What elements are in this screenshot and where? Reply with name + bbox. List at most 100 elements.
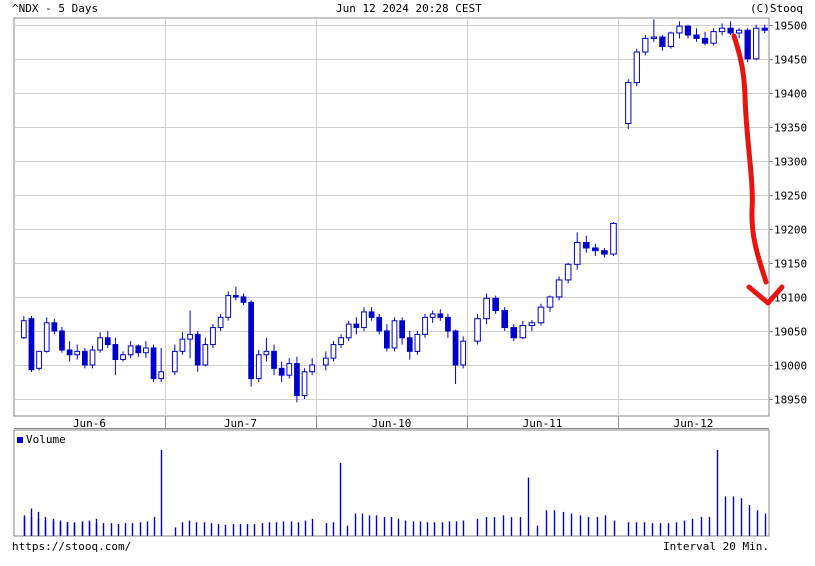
copyright-label[interactable]: (C)Stooq [750, 2, 803, 15]
candle-down [278, 367, 285, 376]
candle-down [233, 295, 239, 298]
candle-down [271, 350, 277, 369]
candle-up [36, 350, 42, 369]
candle-up [263, 350, 270, 356]
candle-down [582, 242, 590, 249]
candle-up [322, 357, 329, 366]
candle-down [376, 316, 383, 332]
candle-up [210, 327, 216, 346]
chart-timestamp: Jun 12 2024 20:28 CEST [336, 2, 482, 15]
candle-down [406, 337, 413, 352]
candle-up [546, 296, 554, 308]
y-tick-label: 19500 [774, 20, 807, 33]
y-tick-label: 19250 [774, 190, 807, 203]
candle-up [187, 333, 193, 340]
candle-up [625, 82, 632, 124]
candle-up [361, 311, 367, 329]
y-tick-label: 19450 [774, 54, 807, 67]
interval-label: Interval 20 Min. [663, 540, 769, 553]
y-tick-label: 19050 [774, 326, 807, 339]
candle-down [150, 347, 157, 380]
y-tick-label: 18950 [774, 394, 807, 407]
candle-up [474, 318, 481, 342]
candle-down [368, 311, 375, 318]
candle-up [483, 297, 490, 320]
candle-up [642, 37, 649, 53]
candle-up [286, 363, 293, 376]
candle-down [744, 29, 751, 60]
candle-up [202, 344, 209, 366]
candle-down [684, 25, 692, 36]
candle-down [701, 37, 709, 44]
y-tick-label: 19350 [774, 122, 807, 135]
candle-up [667, 32, 675, 48]
candle-down [452, 330, 459, 366]
candle-up [736, 29, 743, 34]
price-panel [13, 17, 770, 417]
candle-down [445, 316, 451, 332]
candle-down [104, 337, 111, 346]
candle-down [601, 250, 608, 255]
source-url-link[interactable]: https://stooq.com/ [12, 540, 131, 553]
candle-down [510, 327, 518, 339]
ticker-label: ^NDX - 5 Days [12, 2, 99, 15]
candle-up [345, 323, 352, 339]
candle-down [82, 350, 88, 366]
candle-up [309, 364, 316, 373]
candle-up [120, 354, 126, 361]
candle-up [43, 322, 50, 352]
candle-down [112, 344, 119, 361]
candle-up [610, 222, 617, 255]
candle-up [633, 51, 640, 84]
candle-up [338, 337, 344, 346]
candle-down [294, 363, 300, 397]
candle-down [240, 296, 247, 303]
candle-up [422, 316, 428, 335]
candle-down [761, 27, 768, 31]
candle-up [528, 322, 536, 327]
candle-up [710, 31, 717, 44]
candle-up [20, 320, 27, 339]
candle-up [391, 320, 398, 349]
candle-up [519, 325, 527, 339]
candle-down [353, 323, 360, 329]
y-tick-label: 19000 [774, 360, 807, 373]
candle-up [255, 354, 262, 380]
candle-up [753, 27, 760, 60]
candle-up [414, 333, 421, 352]
candle-up [718, 27, 726, 33]
y-tick-label: 19300 [774, 156, 807, 169]
candle-down [66, 349, 73, 356]
candle-up [555, 279, 563, 298]
candle-down [384, 330, 390, 349]
candle-up [429, 313, 436, 318]
volume-legend: Volume [17, 433, 66, 446]
candle-up [97, 337, 103, 351]
candle-down [194, 333, 201, 366]
candle-down [501, 310, 509, 329]
candle-down [727, 27, 734, 34]
candle-down [248, 301, 254, 380]
candle-down [437, 313, 444, 318]
candle-down [492, 297, 499, 312]
candle-up [143, 347, 149, 354]
candle-up [537, 306, 545, 324]
candle-up [650, 36, 657, 39]
price-chart: 1895019000190501910019150192001925019300… [13, 17, 807, 537]
candle-up [158, 371, 165, 380]
candle-up [330, 344, 337, 359]
candle-down [59, 330, 65, 351]
candle-down [51, 322, 58, 332]
candle-up [179, 338, 186, 352]
candle-up [74, 350, 81, 356]
candle-down [28, 318, 35, 371]
y-tick-label: 19200 [774, 224, 807, 237]
volume-legend-swatch [17, 436, 23, 443]
candle-up [676, 25, 683, 34]
y-tick-label: 19150 [774, 258, 807, 271]
candle-down [693, 34, 700, 39]
candle-up [564, 263, 572, 281]
candle-up [217, 316, 224, 329]
volume-legend-label: Volume [26, 433, 66, 446]
candle-up [460, 340, 467, 366]
